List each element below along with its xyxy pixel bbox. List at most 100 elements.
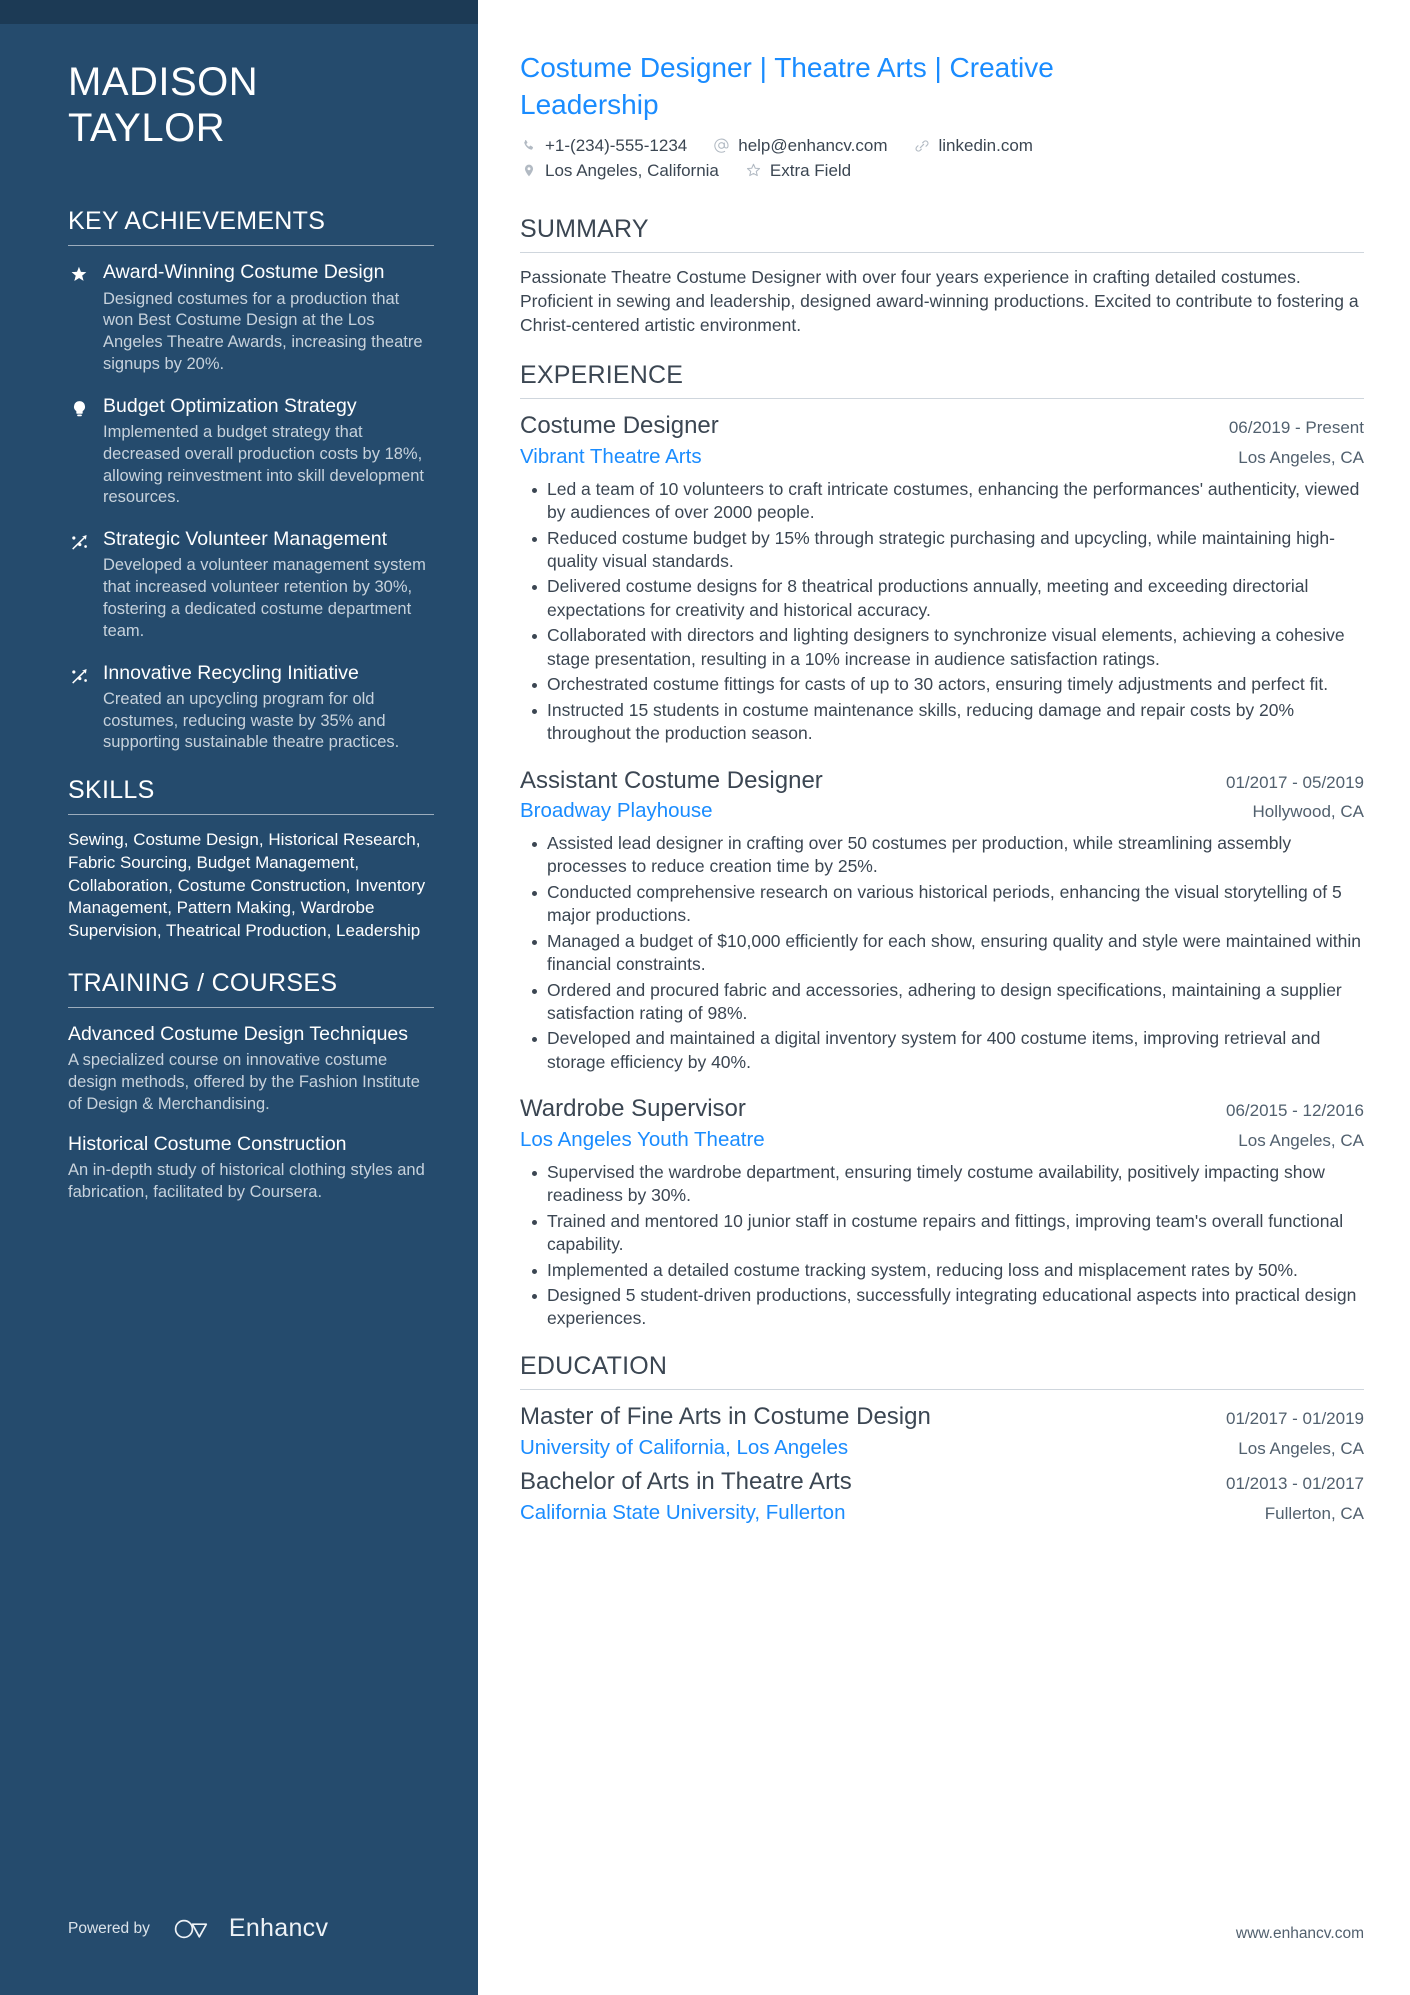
job-company[interactable]: Broadway Playhouse [520, 798, 713, 824]
at-email-icon [713, 137, 730, 154]
education-heading: EDUCATION [520, 1351, 668, 1380]
growth-arrow-icon [68, 661, 90, 686]
sidebar-top-accent-bar [0, 0, 478, 24]
job-company[interactable]: Los Angeles Youth Theatre [520, 1127, 765, 1153]
divider [520, 1388, 1364, 1390]
job-date-range: 06/2015 - 12/2016 [1225, 1101, 1364, 1121]
contact-phone[interactable]: +1-(234)-555-1234 [520, 136, 687, 156]
achievement-title: Award-Winning Costume Design [103, 261, 385, 284]
divider [68, 1007, 434, 1008]
training-courses-heading: TRAINING / COURSES [68, 969, 338, 997]
section-education: EDUCATION Master of Fine Arts in Costume… [520, 1352, 1364, 1526]
lightbulb-icon [68, 394, 90, 419]
experience-entry: Assistant Costume Designer 01/2017 - 05/… [520, 767, 1364, 1075]
job-bullet: Led a team of 10 volunteers to craft int… [532, 478, 1364, 525]
job-bullet: Developed and maintained a digital inven… [532, 1027, 1364, 1074]
achievement-description: Designed costumes for a production that … [103, 289, 423, 373]
job-bullet: Managed a budget of $10,000 efficiently … [532, 930, 1364, 977]
job-bullet: Implemented a detailed costume tracking … [532, 1259, 1364, 1282]
key-achievements-heading: KEY ACHIEVEMENTS [68, 207, 326, 236]
enhancv-logo: Enhancv [172, 1914, 328, 1943]
course-description: A specialized course on innovative costu… [68, 1051, 420, 1113]
degree-title: Master of Fine Arts in Costume Design [520, 1402, 931, 1430]
contact-linkedin-text: linkedin.com [938, 135, 1033, 155]
job-bullet: Assisted lead designer in crafting over … [532, 832, 1364, 879]
job-location: Los Angeles, CA [1238, 448, 1364, 468]
achievement-description: Developed a volunteer management system … [103, 556, 426, 640]
achievement-item: Budget Optimization Strategy Implemented… [68, 394, 434, 509]
resume-page: MADISON TAYLOR KEY ACHIEVEMENTS Award-Wi… [0, 0, 1410, 1995]
course-item: Historical Costume Construction An in-de… [68, 1132, 434, 1204]
name-line-last: TAYLOR [68, 105, 226, 150]
course-title: Historical Costume Construction [68, 1132, 347, 1155]
name-line-first: MADISON [68, 60, 259, 104]
divider [68, 245, 434, 247]
contact-location-text: Los Angeles, California [545, 160, 719, 180]
experience-entry: Wardrobe Supervisor 06/2015 - 12/2016 Lo… [520, 1095, 1364, 1330]
job-title: Assistant Costume Designer [520, 766, 823, 794]
main-content: Costume Designer | Theatre Arts | Creati… [478, 0, 1410, 1995]
education-entry: Master of Fine Arts in Costume Design 01… [520, 1403, 1364, 1460]
job-bullet: Delivered costume designs for 8 theatric… [532, 575, 1364, 622]
link-icon [913, 137, 930, 154]
job-company[interactable]: Vibrant Theatre Arts [520, 444, 702, 470]
sidebar-footer: Powered by Enhancv [68, 1914, 328, 1943]
website-url[interactable]: www.enhancv.com [1236, 1925, 1364, 1943]
achievement-item: Award-Winning Costume Design Designed co… [68, 260, 434, 375]
achievement-title: Budget Optimization Strategy [103, 394, 357, 417]
job-bullet: Ordered and procured fabric and accessor… [532, 979, 1364, 1026]
contact-row-primary: +1-(234)-555-1234 help@enhancv.com linke… [520, 136, 1364, 156]
divider [68, 814, 434, 816]
course-description: An in-depth study of historical clothing… [68, 1161, 425, 1201]
skills-heading: SKILLS [68, 776, 155, 805]
experience-entry: Costume Designer 06/2019 - Present Vibra… [520, 412, 1364, 745]
contact-row-secondary: Los Angeles, California Extra Field [520, 161, 1364, 181]
contact-location: Los Angeles, California [520, 161, 719, 181]
job-bullet: Supervised the wardrobe department, ensu… [532, 1161, 1364, 1208]
job-bullet: Conducted comprehensive research on vari… [532, 881, 1364, 928]
section-training-courses: TRAINING / COURSES Advanced Costume Desi… [68, 969, 434, 1204]
achievement-description: Created an upcycling program for old cos… [103, 689, 400, 752]
school-name[interactable]: California State University, Fullerton [520, 1500, 845, 1526]
section-skills: SKILLS Sewing, Costume Design, Historica… [68, 776, 434, 943]
job-bullet: Trained and mentored 10 junior staff in … [532, 1210, 1364, 1257]
job-date-range: 06/2019 - Present [1228, 418, 1364, 438]
achievement-title: Strategic Volunteer Management [103, 528, 388, 551]
job-date-range: 01/2017 - 05/2019 [1225, 772, 1364, 792]
education-entry: Bachelor of Arts in Theatre Arts 01/2013… [520, 1468, 1364, 1525]
summary-text: Passionate Theatre Costume Designer with… [520, 266, 1359, 335]
job-bullet: Instructed 15 students in costume mainte… [532, 699, 1364, 746]
sidebar: MADISON TAYLOR KEY ACHIEVEMENTS Award-Wi… [0, 0, 478, 1995]
growth-arrow-icon [68, 527, 90, 552]
enhancv-wordmark: Enhancv [228, 1914, 329, 1942]
course-title: Advanced Costume Design Techniques [68, 1023, 409, 1045]
job-bullet: Designed 5 student-driven productions, s… [532, 1284, 1364, 1331]
section-summary: SUMMARY Passionate Theatre Costume Desig… [520, 215, 1364, 337]
candidate-name: MADISON TAYLOR [68, 60, 434, 151]
job-title: Wardrobe Supervisor [520, 1095, 746, 1123]
phone-icon [520, 137, 537, 154]
job-bullet: Reduced costume budget by 15% through st… [532, 527, 1364, 574]
contact-extra-field: Extra Field [745, 161, 851, 181]
contact-email[interactable]: help@enhancv.com [713, 136, 887, 156]
star-outline-icon [745, 162, 762, 179]
school-location: Fullerton, CA [1264, 1504, 1364, 1524]
degree-title: Bachelor of Arts in Theatre Arts [520, 1468, 852, 1496]
job-bullet-list: Supervised the wardrobe department, ensu… [520, 1161, 1364, 1331]
course-item: Advanced Costume Design Techniques A spe… [68, 1022, 434, 1116]
summary-heading: SUMMARY [520, 214, 649, 243]
divider [520, 251, 1364, 253]
contact-phone-text: +1-(234)-555-1234 [545, 135, 688, 155]
contact-linkedin[interactable]: linkedin.com [913, 136, 1033, 156]
achievement-description: Implemented a budget strategy that decre… [103, 423, 424, 507]
divider [520, 398, 1364, 400]
star-icon [68, 260, 90, 285]
job-location: Los Angeles, CA [1238, 1131, 1364, 1151]
school-location: Los Angeles, CA [1238, 1438, 1364, 1458]
degree-date-range: 01/2017 - 01/2019 [1225, 1408, 1364, 1428]
school-name[interactable]: University of California, Los Angeles [520, 1435, 848, 1461]
job-location: Hollywood, CA [1252, 802, 1365, 822]
enhancv-mark-icon [174, 1919, 208, 1938]
job-bullet: Collaborated with directors and lighting… [532, 624, 1364, 671]
section-key-achievements: KEY ACHIEVEMENTS Award-Winning Costume D… [68, 207, 434, 754]
